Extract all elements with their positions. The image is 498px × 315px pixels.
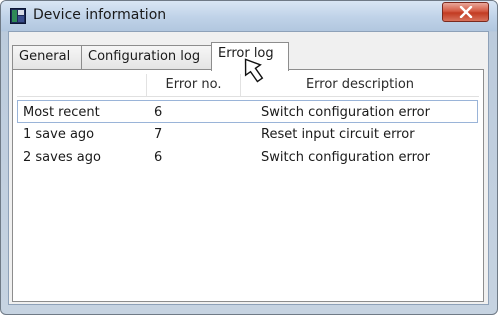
device-information-window: Device information General Configuration… (0, 0, 498, 315)
tab-general[interactable]: General (12, 45, 82, 69)
device-app-icon (10, 8, 26, 24)
row-error-no: 6 (154, 105, 163, 120)
row-error-no: 6 (154, 150, 163, 165)
row-when: Most recent (23, 105, 100, 120)
column-header-error-no[interactable]: Error no. (147, 74, 241, 96)
title-bar[interactable]: Device information (1, 1, 497, 31)
column-header-error-description[interactable]: Error description (241, 74, 479, 96)
window-title: Device information (33, 7, 167, 23)
list-item[interactable]: 2 saves ago 6 Switch configuration error (17, 146, 478, 169)
close-icon (459, 6, 473, 18)
row-error-description: Reset input circuit error (261, 127, 415, 142)
column-header-when[interactable] (17, 74, 147, 96)
error-log-panel: Error no. Error description Most recent … (12, 69, 484, 302)
tab-configuration-log[interactable]: Configuration log (81, 45, 212, 69)
row-when: 1 save ago (23, 127, 95, 142)
row-error-no: 7 (154, 127, 163, 142)
row-error-description: Switch configuration error (261, 150, 430, 165)
close-button[interactable] (442, 2, 489, 22)
list-item[interactable]: 1 save ago 7 Reset input circuit error (17, 123, 478, 146)
list-item[interactable]: Most recent 6 Switch configuration error (17, 100, 478, 123)
row-error-description: Switch configuration error (261, 105, 430, 120)
row-when: 2 saves ago (23, 150, 101, 165)
mouse-pointer-icon (244, 58, 264, 83)
